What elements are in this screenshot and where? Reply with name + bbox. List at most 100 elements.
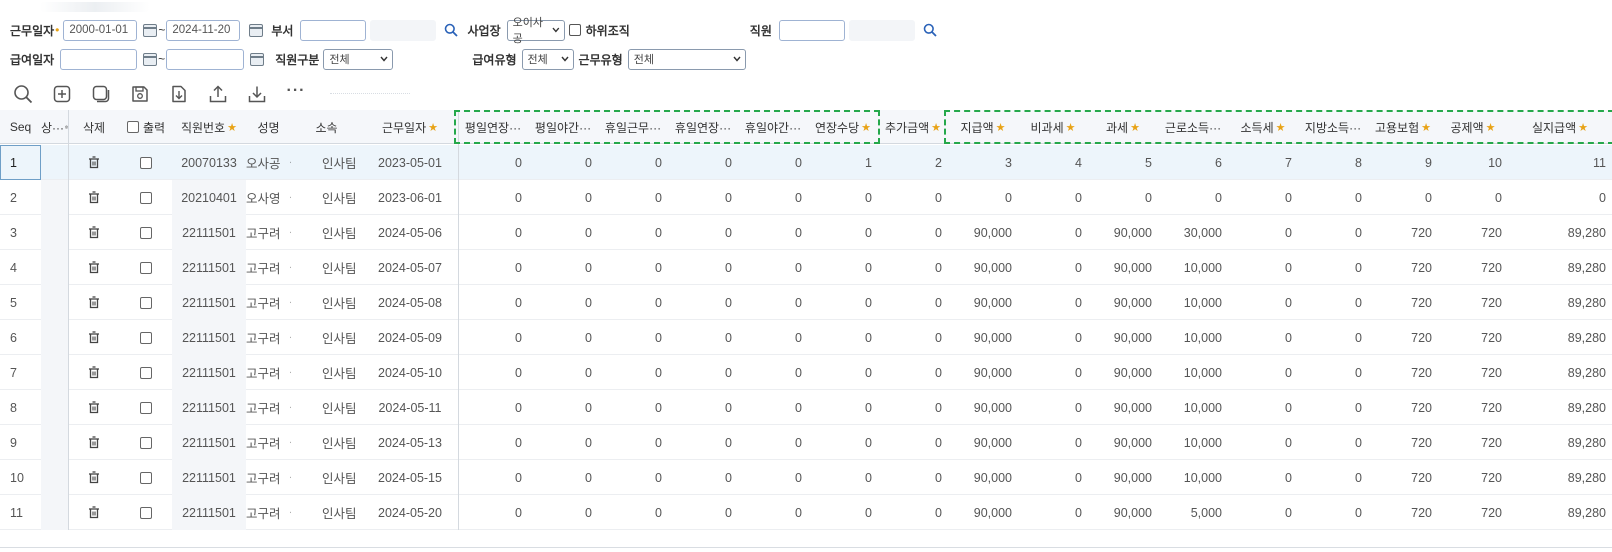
value-cell-c11[interactable]: 6	[1158, 145, 1228, 180]
value-cell-c4[interactable]: 0	[668, 495, 738, 530]
value-cell-c8[interactable]: 90,000	[948, 250, 1018, 285]
print-cell[interactable]	[120, 180, 172, 215]
value-cell-c12[interactable]: 0	[1228, 495, 1298, 530]
value-cell-c1[interactable]: 0	[458, 215, 528, 250]
value-cell-c9[interactable]: 0	[1018, 215, 1088, 250]
print-checkbox[interactable]	[140, 471, 152, 484]
delete-cell[interactable]	[68, 495, 120, 530]
value-cell-c10[interactable]: 5	[1088, 145, 1158, 180]
print-all-checkbox[interactable]	[126, 121, 139, 133]
value-cell-c9[interactable]: 4	[1018, 145, 1088, 180]
seq-cell[interactable]: 2	[0, 180, 41, 215]
value-cell-c16[interactable]: 89,280	[1508, 425, 1612, 460]
print-checkbox[interactable]	[140, 366, 152, 379]
value-cell-c12[interactable]: 0	[1228, 250, 1298, 285]
download-file-icon[interactable]	[168, 83, 190, 105]
delete-cell[interactable]	[68, 460, 120, 495]
value-cell-c4[interactable]: 0	[668, 285, 738, 320]
name-search-icon[interactable]	[289, 297, 291, 308]
value-cell-c8[interactable]: 90,000	[948, 495, 1018, 530]
value-cell-c5[interactable]: 0	[738, 355, 808, 390]
print-cell[interactable]	[120, 425, 172, 460]
pay-date-from-input[interactable]	[60, 48, 138, 70]
trash-icon[interactable]	[88, 471, 100, 484]
value-cell-c15[interactable]: 720	[1438, 285, 1508, 320]
column-header-c4[interactable]: 휴일연장···	[668, 110, 738, 144]
value-cell-c13[interactable]: 0	[1298, 180, 1368, 215]
value-cell-c5[interactable]: 0	[738, 145, 808, 180]
value-cell-c2[interactable]: 0	[528, 145, 598, 180]
value-cell-c6[interactable]: 0	[808, 355, 878, 390]
value-cell-c14[interactable]: 720	[1368, 215, 1438, 250]
upload-icon[interactable]	[207, 83, 229, 105]
trash-icon[interactable]	[88, 296, 100, 309]
print-checkbox[interactable]	[140, 226, 152, 239]
value-cell-c5[interactable]: 0	[738, 495, 808, 530]
print-cell[interactable]	[120, 355, 172, 390]
value-cell-c5[interactable]: 0	[738, 215, 808, 250]
value-cell-c1[interactable]: 0	[458, 145, 528, 180]
value-cell-c15[interactable]: 720	[1438, 425, 1508, 460]
value-cell-c6[interactable]: 0	[808, 320, 878, 355]
value-cell-c4[interactable]: 0	[668, 145, 738, 180]
delete-cell[interactable]	[68, 320, 120, 355]
print-checkbox[interactable]	[140, 191, 152, 204]
seq-cell[interactable]: 6	[0, 320, 41, 355]
value-cell-c10[interactable]: 90,000	[1088, 425, 1158, 460]
value-cell-c15[interactable]: 0	[1438, 180, 1508, 215]
delete-cell[interactable]	[68, 425, 120, 460]
employee-search-icon[interactable]	[923, 23, 937, 37]
value-cell-c16[interactable]: 0	[1508, 180, 1612, 215]
value-cell-c1[interactable]: 0	[458, 495, 528, 530]
value-cell-c9[interactable]: 0	[1018, 355, 1088, 390]
value-cell-c8[interactable]: 90,000	[948, 460, 1018, 495]
value-cell-c2[interactable]: 0	[528, 460, 598, 495]
trash-icon[interactable]	[88, 156, 100, 169]
value-cell-c9[interactable]: 0	[1018, 285, 1088, 320]
value-cell-c16[interactable]: 89,280	[1508, 285, 1612, 320]
value-cell-c10[interactable]: 90,000	[1088, 355, 1158, 390]
value-cell-c1[interactable]: 0	[458, 425, 528, 460]
value-cell-c1[interactable]: 0	[458, 390, 528, 425]
value-cell-c6[interactable]: 1	[808, 145, 878, 180]
column-header-status[interactable]: 상···	[41, 110, 68, 144]
value-cell-c11[interactable]: 10,000	[1158, 425, 1228, 460]
copy-icon[interactable]	[90, 83, 112, 105]
value-cell-c8[interactable]: 90,000	[948, 425, 1018, 460]
value-cell-c2[interactable]: 0	[528, 390, 598, 425]
value-cell-c10[interactable]: 90,000	[1088, 250, 1158, 285]
value-cell-c2[interactable]: 0	[528, 250, 598, 285]
seq-cell[interactable]: 9	[0, 425, 41, 460]
value-cell-c4[interactable]: 0	[668, 355, 738, 390]
value-cell-c4[interactable]: 0	[668, 425, 738, 460]
column-header-delete[interactable]: 삭제	[68, 110, 120, 144]
column-header-c6[interactable]: 연장수당 ★	[808, 110, 878, 144]
value-cell-c1[interactable]: 0	[458, 320, 528, 355]
print-checkbox[interactable]	[140, 331, 152, 344]
name-search-icon[interactable]	[289, 192, 291, 203]
value-cell-c1[interactable]: 0	[458, 460, 528, 495]
dept-search-icon[interactable]	[444, 23, 459, 37]
value-cell-c12[interactable]: 0	[1228, 425, 1298, 460]
value-cell-c1[interactable]: 0	[458, 285, 528, 320]
value-cell-c16[interactable]: 89,280	[1508, 250, 1612, 285]
value-cell-c12[interactable]: 0	[1228, 460, 1298, 495]
calendar-icon[interactable]	[143, 23, 158, 37]
trash-icon[interactable]	[88, 436, 100, 449]
delete-cell[interactable]	[68, 145, 120, 180]
table-row[interactable]: 6 22111501 고구려 인사팀 2024-05-09 0 0 0 0 0 0 0 90,000 0 9…	[0, 320, 1612, 355]
seq-cell[interactable]: 11	[0, 495, 41, 530]
value-cell-c6[interactable]: 0	[808, 285, 878, 320]
value-cell-c14[interactable]: 720	[1368, 460, 1438, 495]
value-cell-c16[interactable]: 11	[1508, 145, 1612, 180]
name-search-icon[interactable]	[289, 157, 291, 168]
value-cell-c5[interactable]: 0	[738, 180, 808, 215]
calendar-icon[interactable]	[249, 23, 264, 37]
value-cell-c14[interactable]: 720	[1368, 495, 1438, 530]
value-cell-c2[interactable]: 0	[528, 355, 598, 390]
value-cell-c3[interactable]: 0	[598, 495, 668, 530]
print-cell[interactable]	[120, 390, 172, 425]
value-cell-c7[interactable]: 0	[878, 495, 948, 530]
value-cell-c1[interactable]: 0	[458, 250, 528, 285]
value-cell-c13[interactable]: 0	[1298, 495, 1368, 530]
